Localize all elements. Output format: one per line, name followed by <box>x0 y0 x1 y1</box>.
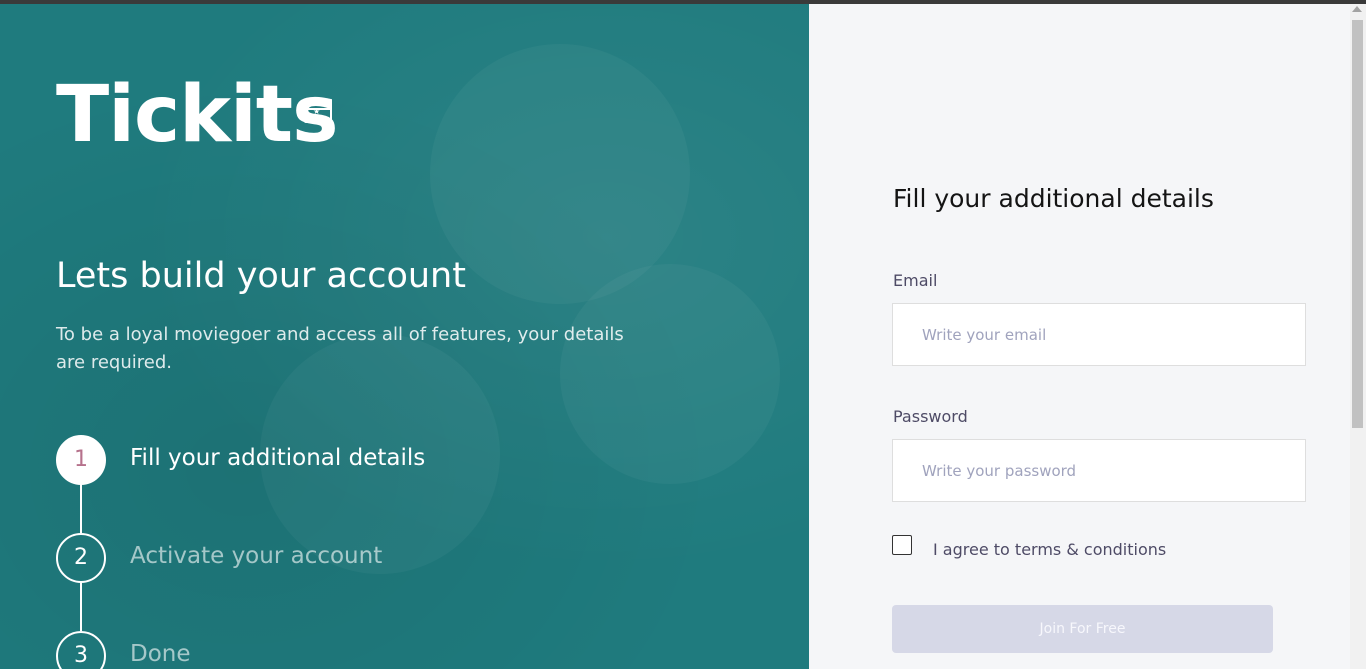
step-2: 2 Activate your account <box>56 533 656 583</box>
brand-logo: Tickits <box>56 70 339 160</box>
terms-checkbox[interactable] <box>892 535 912 555</box>
step-3: 3 Done <box>56 631 656 669</box>
password-label: Password <box>893 407 968 426</box>
step-1: 1 Fill your additional details <box>56 435 656 485</box>
step-number: 3 <box>56 631 106 669</box>
step-connector <box>80 581 82 631</box>
page-heading: Lets build your account <box>56 256 466 296</box>
scrollbar-thumb[interactable] <box>1352 20 1363 428</box>
signup-form-panel: Fill your additional details Email Passw… <box>809 4 1350 669</box>
password-input[interactable] <box>892 439 1306 502</box>
terms-label: I agree to terms & conditions <box>933 540 1167 559</box>
step-number: 2 <box>56 533 106 583</box>
step-number: 1 <box>56 435 106 485</box>
step-label: Activate your account <box>130 543 383 569</box>
step-connector <box>80 483 82 533</box>
scroll-up-icon[interactable] <box>1352 6 1362 12</box>
step-label: Done <box>130 641 191 667</box>
join-button[interactable]: Join For Free <box>892 605 1273 653</box>
ticket-icon <box>304 107 332 123</box>
hero-panel: Tickits Lets build your account To be a … <box>0 4 809 669</box>
form-title: Fill your additional details <box>893 184 1214 213</box>
email-label: Email <box>893 271 938 290</box>
page-subheading: To be a loyal moviegoer and access all o… <box>56 324 624 373</box>
email-input[interactable] <box>892 303 1306 366</box>
step-label: Fill your additional details <box>130 445 426 471</box>
